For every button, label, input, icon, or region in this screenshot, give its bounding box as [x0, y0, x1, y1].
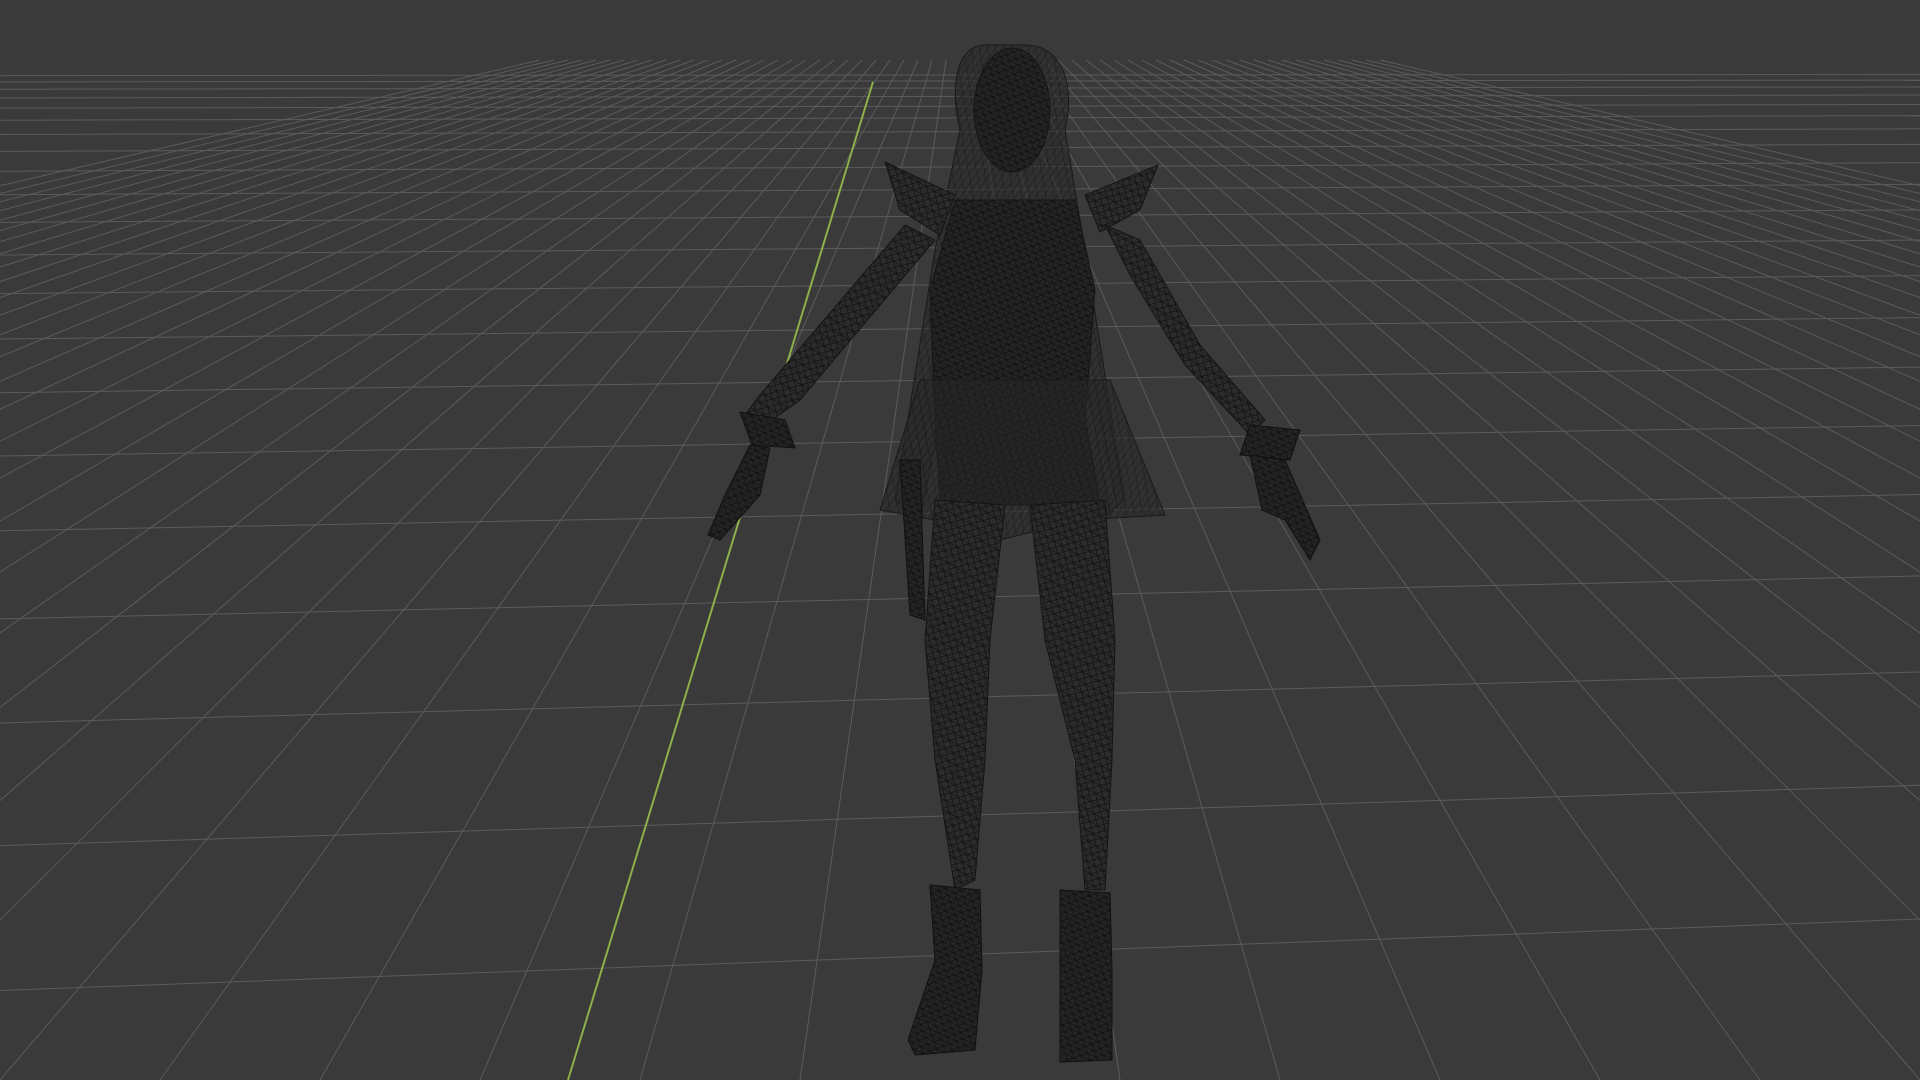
grid-line [0, 59, 765, 442]
grid-line [1239, 59, 1920, 299]
grid-line [319, 59, 905, 1080]
grid-line [479, 59, 919, 1080]
grid-line [0, 59, 877, 1080]
grid-line [1141, 59, 1920, 479]
grid-line [1155, 59, 1920, 442]
grid-line [1197, 59, 1920, 358]
grid-line [0, 59, 863, 922]
grid-line [0, 59, 611, 231]
grid-line [0, 59, 625, 243]
grid-line [0, 59, 583, 212]
character-mesh[interactable] [707, 44, 1321, 1063]
3d-viewport[interactable] [0, 0, 1920, 1080]
grid-line [1225, 59, 1920, 316]
grid-line [639, 59, 933, 1080]
grid-line [159, 59, 891, 1080]
viewport-canvas[interactable] [0, 0, 1920, 1080]
grid-line [0, 59, 695, 316]
grid-line [0, 59, 639, 255]
grid-line [0, 59, 821, 634]
grid-line [0, 59, 737, 382]
grid-line [0, 59, 569, 203]
grid-line [0, 59, 807, 573]
grid-line [0, 59, 723, 358]
y-axis-line [567, 81, 874, 1080]
grid-line [0, 59, 779, 479]
grid-line [0, 59, 849, 802]
grid-line [1183, 59, 1920, 382]
grid-line [0, 59, 681, 299]
